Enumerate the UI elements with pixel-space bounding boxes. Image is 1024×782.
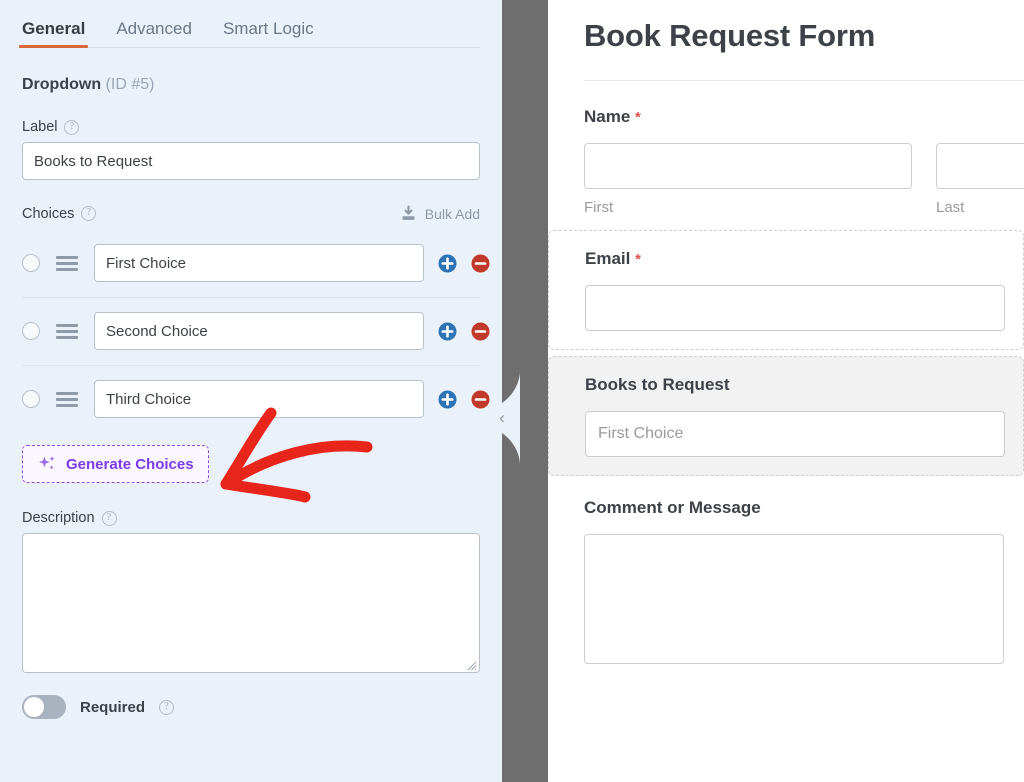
choice-radio[interactable] [22,322,40,340]
name-last-input[interactable] [936,143,1024,189]
field-label: Email * [585,249,1023,269]
field-label: Books to Request [585,375,1023,395]
bulk-add-button[interactable]: Bulk Add [400,205,480,222]
choice-radio[interactable] [22,390,40,408]
required-label: Required [80,699,145,716]
field-label-text: Name [584,107,630,126]
field-id: (ID #5) [106,76,155,93]
required-asterisk: * [635,251,641,268]
label-field-header: Label ? [22,119,502,135]
field-type-heading: Dropdown (ID #5) [22,76,502,94]
drag-handle-icon[interactable] [56,256,78,271]
choices-header: Choices ? Bulk Add [22,205,480,222]
name-first-sublabel: First [584,199,912,216]
chevron-left-icon[interactable]: ‹ [494,410,510,426]
name-last-col: Last [936,143,1024,216]
name-first-col: First [584,143,912,216]
add-choice-button[interactable] [438,390,457,409]
collapse-notch[interactable]: ‹ [486,372,520,464]
preview-field-name[interactable]: Name * First Last [584,81,1024,216]
choice-radio[interactable] [22,254,40,272]
required-asterisk: * [635,109,641,126]
generate-choices-button[interactable]: Generate Choices [22,445,209,483]
question-circle-icon[interactable]: ? [81,206,96,221]
preview-field-comment-or-message[interactable]: Comment or Message [584,476,1024,669]
field-label: Name * [584,107,1024,127]
remove-choice-button[interactable] [471,254,490,273]
tab-smart-logic[interactable]: Smart Logic [223,20,314,48]
remove-choice-button[interactable] [471,322,490,341]
choice-row [0,365,502,433]
choice-row [0,297,502,365]
tab-general[interactable]: General [22,20,85,48]
email-input[interactable] [585,285,1005,331]
description-header: Description ? [22,510,502,526]
generate-choices-label: Generate Choices [66,456,194,473]
choice-row [0,229,502,297]
field-label-text: Comment or Message [584,498,761,517]
drag-handle-icon[interactable] [56,392,78,407]
sparkles-icon [37,454,57,474]
choice-input[interactable] [94,312,424,350]
required-toggle[interactable] [22,695,66,719]
settings-tabs: General Advanced Smart Logic [0,0,502,48]
label-input[interactable] [22,142,480,180]
field-type-name: Dropdown [22,76,101,93]
import-icon [400,205,417,222]
drag-handle-icon[interactable] [56,324,78,339]
form-title: Book Request Form [584,18,1024,54]
question-circle-icon[interactable]: ? [159,700,174,715]
field-label-text: Email [585,249,630,268]
bulk-add-label: Bulk Add [425,206,480,222]
name-subfields: First Last [584,143,1024,216]
add-choice-button[interactable] [438,254,457,273]
add-choice-button[interactable] [438,322,457,341]
question-circle-icon[interactable]: ? [102,511,117,526]
description-title: Description [22,510,95,526]
choice-input[interactable] [94,244,424,282]
field-label: Comment or Message [584,498,1024,518]
preview-field-email[interactable]: Email * [548,230,1024,350]
comment-textarea[interactable] [584,534,1004,664]
required-row: Required ? [22,695,502,719]
name-first-input[interactable] [584,143,912,189]
choices-list [0,229,502,433]
choices-title: Choices [22,206,74,222]
books-dropdown-input[interactable] [585,411,1005,457]
tab-advanced[interactable]: Advanced [116,20,192,48]
field-settings-panel: General Advanced Smart Logic Dropdown (I… [0,0,502,782]
form-preview-panel: Book Request Form Name * First Last [548,0,1024,782]
question-circle-icon[interactable]: ? [64,120,79,135]
preview-field-books-to-request[interactable]: Books to Request [548,356,1024,476]
description-textarea[interactable] [22,533,480,673]
choice-input[interactable] [94,380,424,418]
label-field-title: Label [22,119,57,135]
form-builder-screen: General Advanced Smart Logic Dropdown (I… [0,0,1024,782]
name-last-sublabel: Last [936,199,1024,216]
panel-divider: ‹ [502,0,548,782]
field-label-text: Books to Request [585,375,730,394]
